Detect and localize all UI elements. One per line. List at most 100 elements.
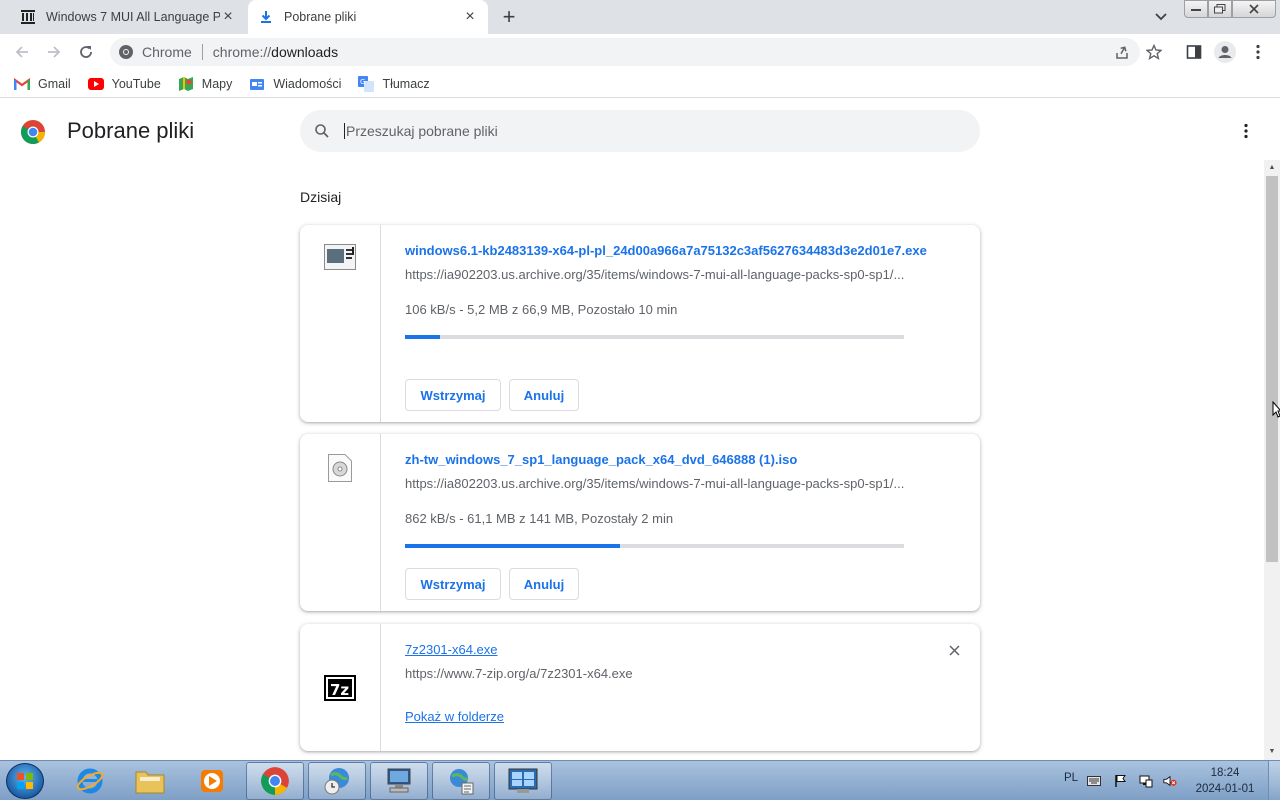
- omnibox[interactable]: Chrome chrome://downloads: [110, 38, 1140, 66]
- share-icon[interactable]: [1110, 40, 1134, 64]
- translate-icon: G: [358, 75, 375, 92]
- bookmark-maps[interactable]: Mapy: [178, 76, 232, 92]
- url-host: downloads: [271, 44, 339, 60]
- url-scheme: chrome://: [212, 44, 272, 60]
- chrome-logo-icon: [20, 119, 46, 145]
- new-tab-button[interactable]: +: [497, 4, 521, 29]
- download-status: 106 kB/s - 5,2 MB z 66,9 MB, Pozostało 1…: [405, 302, 678, 317]
- page-menu-icon[interactable]: [1236, 121, 1256, 141]
- file-name-link[interactable]: zh-tw_windows_7_sp1_language_pack_x64_dv…: [405, 450, 960, 470]
- clock-date: 2024-01-01: [1195, 783, 1255, 795]
- windows-logo-icon: [17, 773, 33, 789]
- progress-bar: [405, 544, 904, 548]
- toolbar: Chrome chrome://downloads: [0, 34, 1280, 70]
- back-button[interactable]: [8, 38, 36, 66]
- show-in-folder-link[interactable]: Pokaż w folderze: [405, 709, 504, 724]
- tab-search-button[interactable]: [1150, 6, 1172, 28]
- taskbar-remote-desktop[interactable]: [370, 762, 428, 800]
- file-url[interactable]: https://www.7-zip.org/a/7z2301-x64.exe: [405, 666, 905, 681]
- bookmark-label: Tłumacz: [382, 76, 430, 91]
- volume-muted-icon[interactable]: [1163, 774, 1177, 788]
- language-indicator[interactable]: PL: [1064, 772, 1078, 784]
- close-window-button[interactable]: [1232, 0, 1276, 18]
- site-chip: Chrome: [142, 44, 192, 60]
- network-status-icon[interactable]: [1139, 774, 1153, 788]
- reload-button[interactable]: [72, 38, 100, 66]
- tab-strip: Windows 7 MUI All Language Pa × Pobrane …: [0, 0, 1280, 34]
- gmail-icon: [14, 76, 30, 92]
- bookmark-gmail[interactable]: Gmail: [14, 76, 71, 92]
- bookmarks-bar: Gmail YouTube Mapy Wiadomości G Tłumacz: [0, 70, 1280, 98]
- chevron-down-icon: [1155, 13, 1167, 21]
- scroll-up-arrow-icon[interactable]: ▲: [1264, 160, 1280, 174]
- downloads-page: Pobrane pliki Dzisiaj windows6.1-kb24831…: [0, 103, 1264, 760]
- scroll-thumb[interactable]: [1266, 176, 1278, 562]
- bookmark-star-icon[interactable]: [1142, 40, 1166, 64]
- progress-bar: [405, 335, 904, 339]
- start-button[interactable]: [6, 763, 44, 799]
- search-box[interactable]: [300, 110, 980, 152]
- taskbar-chrome[interactable]: [246, 762, 304, 800]
- search-input[interactable]: [344, 123, 944, 139]
- file-icon-column: 7z: [300, 624, 381, 751]
- omnibox-separator: [201, 44, 203, 60]
- file-url[interactable]: https://ia802203.us.archive.org/35/items…: [405, 476, 905, 491]
- youtube-icon: [87, 76, 104, 92]
- tab-title: Windows 7 MUI All Language Pa: [46, 10, 220, 24]
- download-item: 7z 7z2301-x64.exe https://www.7-zip.org/…: [300, 624, 980, 751]
- side-panel-icon[interactable]: [1182, 40, 1206, 64]
- remove-from-list-icon[interactable]: [946, 642, 962, 658]
- download-item: windows6.1-kb2483139-x64-pl-pl_24d00a966…: [300, 225, 980, 422]
- network-globe-icon: [450, 769, 474, 795]
- keyboard-icon[interactable]: [1087, 774, 1101, 788]
- bookmark-news[interactable]: Wiadomości: [249, 76, 341, 92]
- taskbar-explorer[interactable]: [121, 762, 179, 800]
- section-date-heading: Dzisiaj: [300, 189, 342, 205]
- cancel-button[interactable]: Anuluj: [509, 379, 579, 411]
- close-tab-icon[interactable]: ×: [220, 8, 236, 25]
- close-tab-icon[interactable]: ×: [462, 8, 478, 25]
- taskbar-network[interactable]: [432, 762, 490, 800]
- page-scrollbar[interactable]: ▲ ▼: [1264, 160, 1280, 760]
- svg-text:G: G: [360, 78, 365, 86]
- remote-desktop-icon: [387, 768, 411, 793]
- reload-icon: [80, 46, 92, 58]
- tab-windows7-mui[interactable]: Windows 7 MUI All Language Pa ×: [10, 0, 246, 34]
- chrome-menu-icon[interactable]: [1246, 40, 1270, 64]
- bookmark-youtube[interactable]: YouTube: [87, 76, 161, 92]
- file-name-link[interactable]: 7z2301-x64.exe: [405, 640, 960, 660]
- back-arrow-icon: [15, 46, 28, 58]
- tab-title: Pobrane pliki: [284, 10, 357, 24]
- tab-downloads[interactable]: Pobrane pliki ×: [248, 0, 488, 34]
- download-status: 862 kB/s - 61,1 MB z 141 MB, Pozostały 2…: [405, 511, 674, 526]
- file-icon-column: [300, 225, 381, 422]
- taskbar-control-panel[interactable]: [494, 762, 552, 800]
- page-title: Pobrane pliki: [67, 118, 195, 143]
- forward-button[interactable]: [40, 38, 68, 66]
- media-player-icon: [201, 770, 223, 792]
- scroll-down-arrow-icon[interactable]: ▼: [1264, 744, 1280, 758]
- bookmark-label: Gmail: [38, 76, 71, 91]
- svg-text:7z: 7z: [330, 681, 349, 699]
- cancel-button[interactable]: Anuluj: [509, 568, 579, 600]
- restore-button[interactable]: [1208, 0, 1232, 18]
- file-url[interactable]: https://ia902203.us.archive.org/35/items…: [405, 267, 905, 282]
- taskbar-globe-clock[interactable]: [308, 762, 366, 800]
- system-clock[interactable]: 18:24 2024-01-01: [1194, 765, 1256, 797]
- profile-avatar-icon[interactable]: [1213, 40, 1237, 64]
- explorer-folder-icon: [135, 771, 165, 794]
- taskbar-media-player[interactable]: [183, 762, 241, 800]
- maps-icon: [178, 76, 194, 92]
- minimize-button[interactable]: [1184, 0, 1208, 18]
- pause-button[interactable]: Wstrzymaj: [405, 568, 501, 600]
- taskbar-internet-explorer[interactable]: [61, 762, 119, 800]
- search-icon: [315, 124, 329, 138]
- show-desktop-button[interactable]: [1268, 761, 1280, 800]
- file-name-link[interactable]: windows6.1-kb2483139-x64-pl-pl_24d00a966…: [405, 241, 960, 261]
- pause-button[interactable]: Wstrzymaj: [405, 379, 501, 411]
- action-center-flag-icon[interactable]: [1114, 774, 1128, 788]
- windows-taskbar: PL 18:24 2024-01-01: [0, 760, 1280, 800]
- bookmark-translate[interactable]: G Tłumacz: [358, 75, 430, 92]
- progress-fill: [405, 335, 440, 339]
- mouse-cursor-icon: [1272, 400, 1280, 419]
